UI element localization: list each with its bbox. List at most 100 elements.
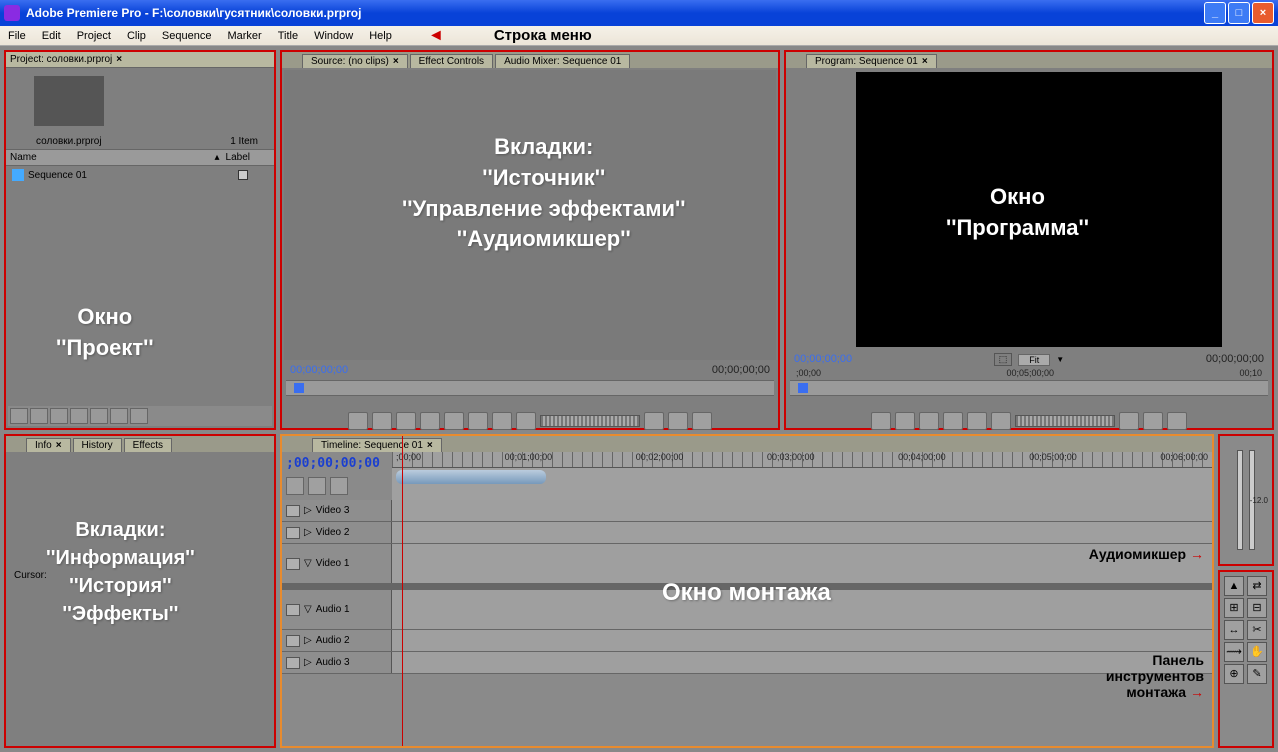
col-label[interactable]: Label [226, 152, 250, 163]
tab-program[interactable]: Program: Sequence 01× [806, 54, 937, 68]
program-tc-duration: 00;00;00;00 [1206, 353, 1264, 366]
maximize-button[interactable]: □ [1228, 2, 1250, 24]
menu-file[interactable]: File [0, 30, 34, 42]
speaker-icon[interactable] [286, 604, 300, 616]
source-ruler[interactable] [286, 380, 774, 396]
menu-clip[interactable]: Clip [119, 30, 154, 42]
bin-button[interactable] [90, 408, 108, 424]
rate-stretch-tool[interactable]: ↔ [1224, 620, 1244, 640]
work-area-bar[interactable] [396, 470, 546, 484]
selection-tool[interactable]: ▲ [1224, 576, 1244, 596]
playhead[interactable] [402, 500, 403, 746]
hand-tool[interactable]: ✋ [1247, 642, 1267, 662]
set-out-button[interactable] [372, 412, 392, 430]
source-tc-in[interactable]: 00;00;00;00 [290, 364, 348, 376]
trim-button[interactable] [1167, 412, 1187, 430]
eye-icon[interactable] [286, 527, 300, 539]
audio-meter-panel: -12.0 [1218, 434, 1274, 566]
zoom-tool[interactable]: ⊕ [1224, 664, 1244, 684]
track-video3[interactable]: ▷ Video 3 [282, 500, 1212, 522]
tick: 00;05;00;00 [1029, 452, 1077, 467]
auto-button[interactable] [50, 408, 68, 424]
icon-view-button[interactable] [30, 408, 48, 424]
trash-button[interactable] [130, 408, 148, 424]
program-tc-current[interactable]: 00;00;00;00 [794, 353, 852, 366]
sync-lock-button[interactable] [308, 477, 326, 495]
menu-window[interactable]: Window [306, 30, 361, 42]
step-fwd-button[interactable] [991, 412, 1011, 430]
overlay-button[interactable] [692, 412, 712, 430]
razor-tool[interactable]: ✂ [1247, 620, 1267, 640]
fit-dropdown[interactable]: Fit [1018, 354, 1050, 366]
speaker-icon[interactable] [286, 657, 300, 669]
label-checkbox[interactable] [238, 170, 248, 180]
set-in-button[interactable] [871, 412, 891, 430]
menu-sequence[interactable]: Sequence [154, 30, 220, 42]
menu-project[interactable]: Project [69, 30, 119, 42]
marker-button[interactable] [919, 412, 939, 430]
set-out-button[interactable] [895, 412, 915, 430]
speaker-icon[interactable] [286, 635, 300, 647]
arrow-icon: → [1190, 684, 1204, 700]
extract-button[interactable] [1143, 412, 1163, 430]
step-back-button[interactable] [943, 412, 963, 430]
lift-button[interactable] [1119, 412, 1139, 430]
marker-tl-button[interactable] [330, 477, 348, 495]
marker-button[interactable] [396, 412, 416, 430]
new-item-button[interactable] [110, 408, 128, 424]
project-tab[interactable]: Project: соловки.prproj × [6, 52, 274, 68]
program-ruler[interactable] [790, 380, 1268, 396]
slip-tool[interactable]: ⟿ [1224, 642, 1244, 662]
track-audio1[interactable]: ▽ Audio 1 [282, 590, 1212, 630]
insert-button[interactable] [668, 412, 688, 430]
menu-title[interactable]: Title [270, 30, 306, 42]
track-audio2[interactable]: ▷ Audio 2 [282, 630, 1212, 652]
tab-source[interactable]: Source: (no clips)× [302, 54, 408, 68]
menu-help[interactable]: Help [361, 30, 400, 42]
timeline-ruler[interactable]: ;00;00 00;01;00;00 00;02;00;00 00;03;00;… [392, 452, 1212, 500]
eye-icon[interactable] [286, 558, 300, 570]
menu-marker[interactable]: Marker [219, 30, 269, 42]
zoom-indicator[interactable]: ⬚ [994, 353, 1013, 366]
track-select-tool[interactable]: ⇄ [1247, 576, 1267, 596]
tab-info[interactable]: Info× [26, 438, 71, 452]
col-name[interactable]: Name [10, 152, 209, 163]
minimize-button[interactable]: _ [1204, 2, 1226, 24]
app-title: Adobe Premiere Pro - F:\соловки\гусятник… [26, 6, 361, 20]
tab-effect-controls[interactable]: Effect Controls [410, 54, 493, 68]
project-filename: соловки.prproj [36, 136, 102, 147]
loop-button[interactable] [644, 412, 664, 430]
tab-history[interactable]: History [73, 438, 122, 452]
play-button[interactable] [468, 412, 488, 430]
ripple-tool[interactable]: ⊞ [1224, 598, 1244, 618]
play-button[interactable] [967, 412, 987, 430]
program-canvas [856, 72, 1222, 347]
list-view-button[interactable] [10, 408, 28, 424]
goto-out-button[interactable] [516, 412, 536, 430]
track-video1[interactable]: ▽ Video 1 [282, 544, 1212, 584]
step-fwd-button[interactable] [492, 412, 512, 430]
jog-wheel[interactable] [1015, 415, 1115, 427]
rolling-tool[interactable]: ⊟ [1247, 598, 1267, 618]
snap-button[interactable] [286, 477, 304, 495]
goto-in-button[interactable] [420, 412, 440, 430]
tab-timeline[interactable]: Timeline: Sequence 01× [312, 438, 442, 452]
overlay-project-2: ''Проект'' [56, 333, 154, 364]
tick: 00;06;00;00 [1160, 452, 1208, 467]
set-in-button[interactable] [348, 412, 368, 430]
find-button[interactable] [70, 408, 88, 424]
tab-audio-mixer[interactable]: Audio Mixer: Sequence 01 [495, 54, 630, 68]
source-canvas [284, 70, 776, 360]
close-button[interactable]: × [1252, 2, 1274, 24]
overlay-project-1: Окно [56, 302, 154, 333]
timeline-timecode[interactable]: ;00;00;00;00 [286, 456, 388, 471]
pen-tool[interactable]: ✎ [1247, 664, 1267, 684]
track-audio3[interactable]: ▷ Audio 3 [282, 652, 1212, 674]
project-item-row[interactable]: Sequence 01 [6, 166, 274, 184]
menu-edit[interactable]: Edit [34, 30, 69, 42]
eye-icon[interactable] [286, 505, 300, 517]
step-back-button[interactable] [444, 412, 464, 430]
tab-effects[interactable]: Effects [124, 438, 172, 452]
jog-wheel[interactable] [540, 415, 640, 427]
track-video2[interactable]: ▷ Video 2 [282, 522, 1212, 544]
